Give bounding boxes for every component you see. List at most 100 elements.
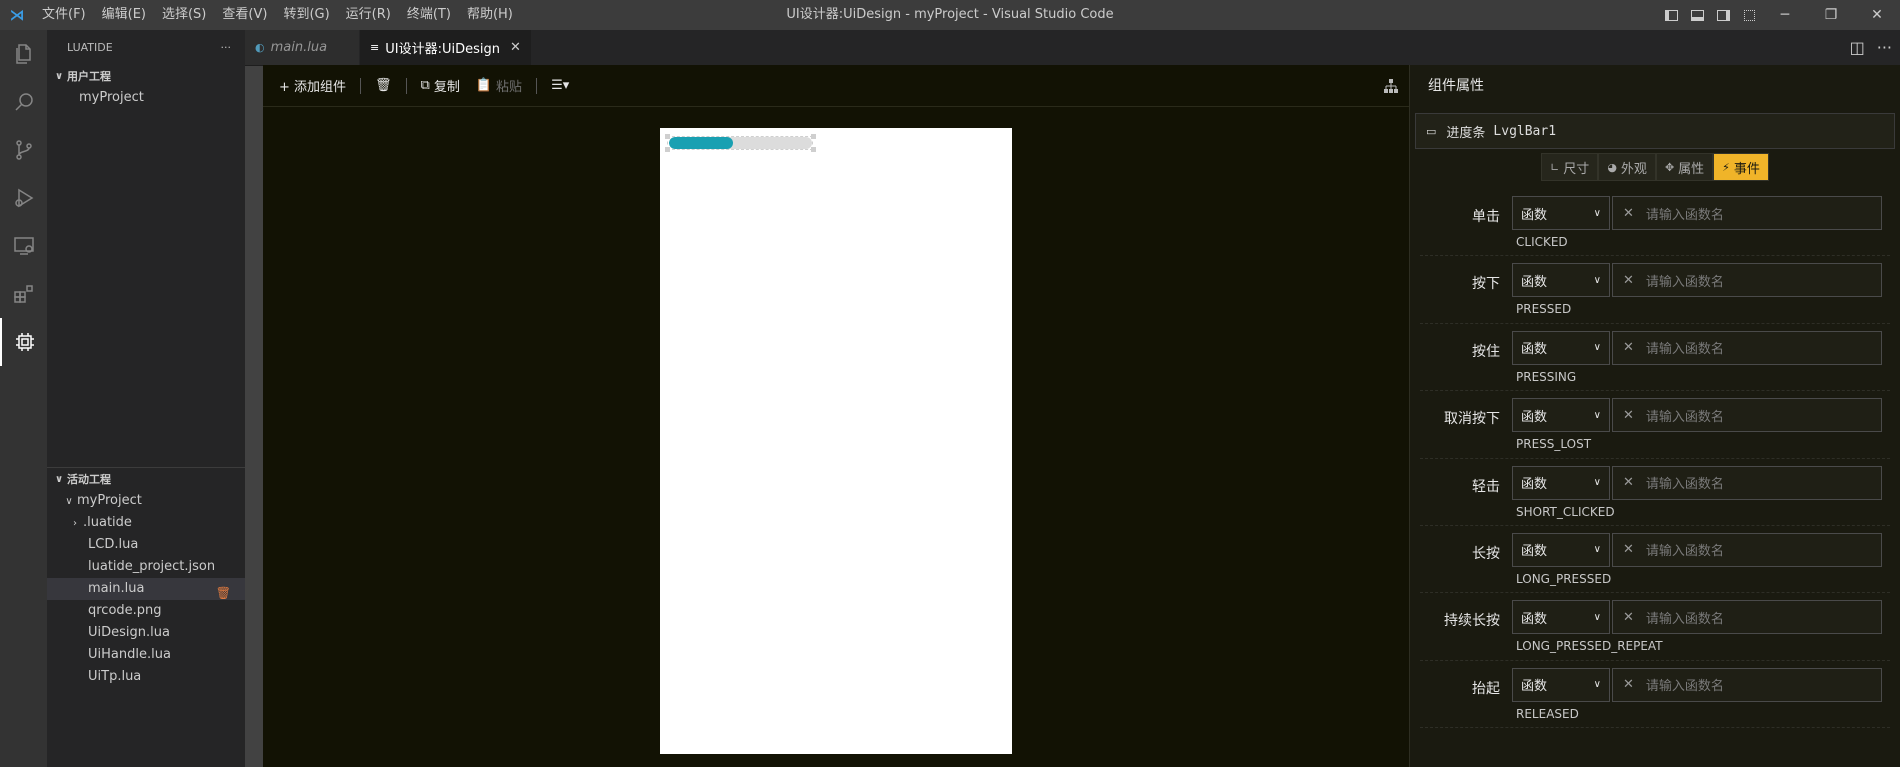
function-name-input[interactable]: ✕ 请输入函数名 — [1612, 600, 1882, 635]
handler-type-select[interactable]: 函数 ∨ — [1512, 398, 1610, 433]
function-name-placeholder: 请输入函数名 — [1645, 544, 1724, 560]
more-actions-icon[interactable]: ··· — [1877, 38, 1892, 57]
toggle-panel-icon[interactable] — [1684, 0, 1710, 30]
menu-run[interactable]: 运行(R) — [338, 0, 399, 30]
function-name-input[interactable]: ✕ 请输入函数名 — [1612, 465, 1882, 500]
menu-edit[interactable]: 编辑(E) — [94, 0, 154, 30]
tab-events[interactable]: ⚡ 事件 — [1713, 153, 1769, 181]
explorer-icon[interactable] — [0, 30, 47, 78]
tree-item-user-project[interactable]: myProject — [47, 87, 245, 109]
clear-icon[interactable]: ✕ — [1623, 542, 1634, 557]
clear-icon[interactable]: ✕ — [1623, 610, 1634, 625]
luatide-chip-icon[interactable] — [0, 318, 47, 366]
active-project-section-header[interactable]: ∨ 活动工程 — [47, 468, 245, 490]
resize-handle[interactable] — [811, 147, 816, 152]
close-window-icon[interactable]: ✕ — [1854, 0, 1900, 30]
resize-handle[interactable] — [811, 134, 816, 139]
event-row: 持续长按 函数 ∨ ✕ 请输入函数名 LONG_PRESSED_REPEAT — [1420, 593, 1890, 661]
scrollbar[interactable] — [245, 66, 263, 767]
tree-item-file[interactable]: luatide_project.json — [47, 556, 245, 578]
handler-type-select[interactable]: 函数 ∨ — [1512, 532, 1610, 567]
restore-icon[interactable]: ❐ — [1808, 0, 1854, 30]
copy-button[interactable]: ⧉ 复制 — [415, 74, 466, 98]
event-list: 单击 函数 ∨ ✕ 请输入函数名 CLICKED 按下 函数 ∨ ✕ 请输入函数名 PRESSED 按住… — [1410, 189, 1900, 729]
align-menu-button[interactable]: ☰▾ — [545, 74, 575, 98]
progress-bar[interactable] — [669, 137, 812, 149]
tab-appearance[interactable]: ◕ 外观 — [1598, 153, 1656, 181]
divider — [405, 77, 407, 94]
align-icon: ☰▾ — [551, 78, 570, 93]
function-name-placeholder: 请输入函数名 — [1645, 207, 1724, 223]
handler-type-value: 函数 — [1521, 342, 1548, 358]
file-label: main.lua — [88, 581, 145, 596]
tree-item-file[interactable]: qrcode.png — [47, 600, 245, 622]
chevron-down-icon: ∨ — [1593, 544, 1601, 556]
event-row: 按住 函数 ∨ ✕ 请输入函数名 PRESSING — [1420, 324, 1890, 392]
tree-item-file[interactable]: UiHandle.lua — [47, 644, 245, 666]
resize-handle[interactable] — [665, 134, 670, 139]
clear-icon[interactable]: ✕ — [1623, 273, 1634, 288]
progress-bar-fill — [669, 137, 734, 149]
source-control-icon[interactable] — [0, 126, 47, 174]
function-name-input[interactable]: ✕ 请输入函数名 — [1612, 196, 1882, 230]
handler-type-select[interactable]: 函数 ∨ — [1512, 330, 1610, 365]
event-code: PRESSED — [1516, 302, 1572, 317]
resize-handle[interactable] — [665, 147, 670, 152]
tree-item-folder[interactable]: › .luatide — [47, 512, 245, 534]
tree-item-file[interactable]: LCD.lua — [47, 534, 245, 556]
tab-ui-designer[interactable]: ≡ UI设计器:UiDesign ✕ — [360, 30, 532, 65]
handler-type-select[interactable]: 函数 ∨ — [1512, 465, 1610, 500]
tree-item-file[interactable]: UiTp.lua — [47, 666, 245, 688]
clear-icon[interactable]: ✕ — [1623, 408, 1634, 423]
tree-item-file-selected[interactable]: main.lua 🗑 — [47, 578, 245, 600]
split-editor-icon[interactable]: ◫ — [1850, 38, 1865, 57]
tab-main-lua[interactable]: ◐ main.lua — [245, 30, 360, 65]
delete-button[interactable]: 🗑 — [369, 74, 398, 98]
extensions-icon[interactable] — [0, 270, 47, 318]
clear-icon[interactable]: ✕ — [1623, 475, 1634, 490]
user-project-section-header[interactable]: ∨ 用户工程 — [47, 65, 245, 87]
menu-help[interactable]: 帮助(H) — [459, 0, 521, 30]
menu-view[interactable]: 查看(V) — [214, 0, 275, 30]
design-canvas[interactable] — [660, 128, 1012, 754]
paste-button[interactable]: 📋 粘贴 — [470, 74, 528, 98]
tab-size[interactable]: ∟ 尺寸 — [1541, 153, 1599, 181]
handler-type-select[interactable]: 函数 ∨ — [1512, 263, 1610, 298]
function-name-input[interactable]: ✕ 请输入函数名 — [1612, 532, 1882, 567]
ruler-icon: ∟ — [1550, 160, 1560, 174]
more-actions-icon[interactable]: ··· — [221, 41, 232, 54]
function-name-input[interactable]: ✕ 请输入函数名 — [1612, 330, 1882, 365]
progress-bar-icon: ▭ — [1426, 124, 1437, 138]
remote-explorer-icon[interactable] — [0, 222, 47, 270]
clear-icon[interactable]: ✕ — [1623, 340, 1634, 355]
close-tab-icon[interactable]: ✕ — [510, 40, 521, 55]
customize-layout-icon[interactable] — [1736, 0, 1762, 30]
menu-selection[interactable]: 选择(S) — [154, 0, 214, 30]
lightning-icon: ⚡ — [1722, 160, 1730, 174]
clear-icon[interactable]: ✕ — [1623, 206, 1634, 221]
menu-file[interactable]: 文件(F) — [34, 0, 94, 30]
tree-item-project[interactable]: ∨ myProject — [47, 490, 245, 512]
toggle-sidebar-icon[interactable] — [1658, 0, 1684, 30]
event-label: 轻击 — [1472, 478, 1500, 495]
tree-item-file[interactable]: UiDesign.lua — [47, 622, 245, 644]
trash-icon: 🗑 — [375, 78, 392, 93]
component-tree-icon[interactable] — [1383, 78, 1399, 98]
handler-type-select[interactable]: 函数 ∨ — [1512, 196, 1610, 230]
handler-type-select[interactable]: 函数 ∨ — [1512, 600, 1610, 635]
add-component-button[interactable]: + 添加组件 — [273, 74, 352, 98]
chevron-down-icon: ∨ — [1593, 274, 1601, 286]
function-name-input[interactable]: ✕ 请输入函数名 — [1612, 667, 1882, 702]
run-debug-icon[interactable] — [0, 174, 47, 222]
tab-attributes[interactable]: ✥ 属性 — [1655, 153, 1714, 181]
toggle-secondary-sidebar-icon[interactable] — [1710, 0, 1736, 30]
minimize-icon[interactable]: ─ — [1762, 0, 1808, 30]
handler-type-value: 函数 — [1521, 544, 1548, 560]
function-name-input[interactable]: ✕ 请输入函数名 — [1612, 263, 1882, 298]
function-name-input[interactable]: ✕ 请输入函数名 — [1612, 398, 1882, 433]
menu-go[interactable]: 转到(G) — [275, 0, 337, 30]
menu-terminal[interactable]: 终端(T) — [399, 0, 459, 30]
handler-type-select[interactable]: 函数 ∨ — [1512, 667, 1610, 702]
clear-icon[interactable]: ✕ — [1623, 677, 1634, 692]
search-icon[interactable] — [0, 78, 47, 126]
